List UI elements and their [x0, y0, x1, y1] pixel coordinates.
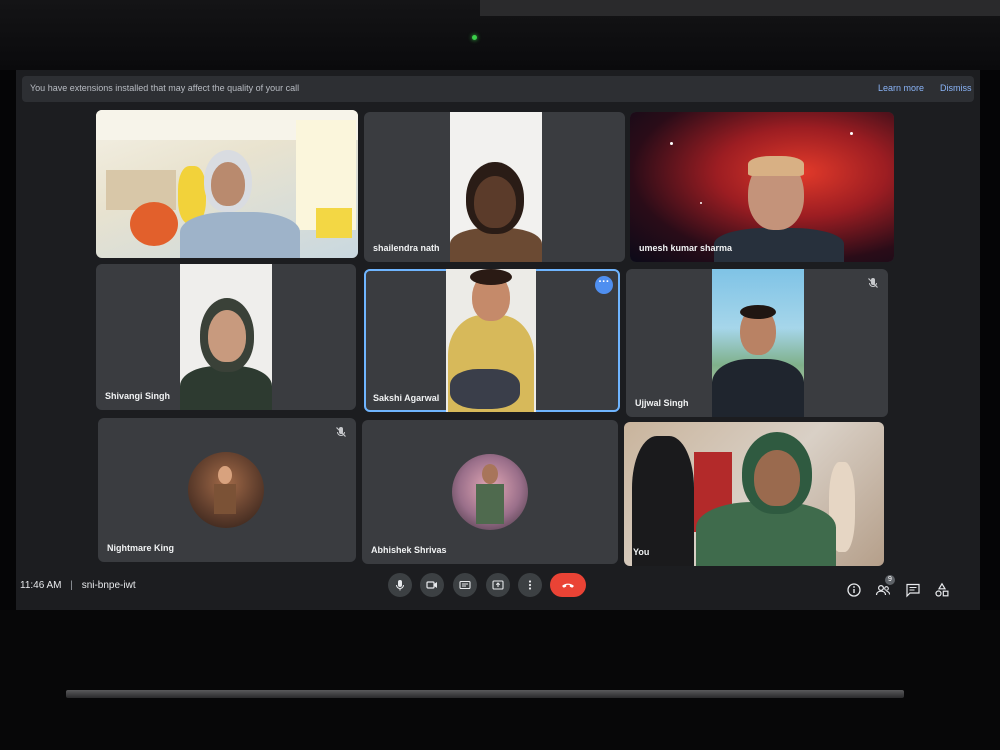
participant-tile[interactable]: Nightmare King: [98, 418, 356, 562]
people-button[interactable]: 9: [875, 575, 895, 598]
participant-video: [624, 422, 884, 566]
mic-muted-icon: [336, 427, 346, 437]
extensions-warning-banner: You have extensions installed that may a…: [22, 76, 974, 102]
participant-name: Ujjwal Singh: [635, 398, 689, 408]
meeting-time: 11:46 AM: [20, 580, 62, 591]
meeting-info-button[interactable]: [846, 582, 862, 598]
mic-muted-icon: [868, 278, 878, 288]
meeting-code: sni-bnpe-iwt: [81, 580, 136, 591]
participant-name: umesh kumar sharma: [639, 243, 733, 253]
participant-name: Nightmare King: [107, 543, 175, 553]
activities-button[interactable]: [934, 582, 950, 598]
microphone-button[interactable]: [388, 573, 412, 597]
participant-tile[interactable]: shailendra nath: [364, 112, 625, 262]
activities-icon: [935, 582, 949, 597]
captions-icon: [459, 580, 471, 590]
participant-tile[interactable]: [96, 110, 358, 258]
meeting-info-separator: |: [70, 580, 73, 591]
participant-video: [450, 112, 542, 262]
more-options-button[interactable]: [518, 573, 542, 597]
leave-call-button[interactable]: [550, 573, 586, 597]
banner-message: You have extensions installed that may a…: [30, 83, 300, 93]
participant-name: Abhishek Shrivas: [371, 545, 447, 555]
participant-name: Sakshi Agarwal: [373, 393, 440, 403]
tile-more-options-button[interactable]: ···: [595, 276, 613, 294]
background-strip: [480, 0, 1000, 16]
participant-tile[interactable]: Abhishek Shrivas: [362, 420, 618, 564]
chat-button[interactable]: [905, 582, 921, 598]
monitor-bezel-bottom: [0, 610, 1000, 750]
camera-button[interactable]: [420, 573, 444, 597]
chat-icon: [906, 583, 920, 598]
participant-name: Shivangi Singh: [105, 391, 171, 401]
present-icon: [492, 580, 504, 590]
end-call-icon: [562, 583, 574, 588]
participant-avatar: [452, 454, 528, 530]
participant-name: shailendra nath: [373, 243, 440, 253]
participant-video: [446, 269, 536, 412]
learn-more-link[interactable]: Learn more: [878, 83, 924, 93]
participant-tile-self[interactable]: You: [624, 422, 884, 566]
present-screen-button[interactable]: [486, 573, 510, 597]
participant-tile-active-speaker[interactable]: Sakshi Agarwal ···: [364, 269, 620, 412]
people-count-badge: 9: [885, 575, 895, 585]
mic-icon: [396, 580, 404, 591]
webcam-indicator-light: [472, 35, 477, 40]
meet-window: You have extensions installed that may a…: [16, 70, 980, 610]
info-icon: [847, 583, 861, 597]
participant-name: You: [633, 547, 650, 557]
participant-tile[interactable]: umesh kumar sharma: [630, 112, 894, 262]
participant-tile[interactable]: Ujjwal Singh: [626, 269, 888, 417]
participant-video: [96, 110, 358, 258]
participant-video: [630, 112, 894, 262]
monitor-stand-edge: [66, 690, 904, 698]
participant-tile[interactable]: Shivangi Singh: [96, 264, 356, 410]
camera-icon: [426, 581, 437, 589]
more-options-icon: [528, 580, 532, 590]
participant-avatar: [188, 452, 264, 528]
meeting-details: 11:46 AM | sni-bnpe-iwt: [20, 580, 136, 591]
dismiss-link[interactable]: Dismiss: [940, 83, 972, 93]
captions-button[interactable]: [453, 573, 477, 597]
monitor-bezel-top: [0, 0, 1000, 70]
participant-video: [712, 269, 804, 417]
participant-video: [180, 264, 272, 410]
